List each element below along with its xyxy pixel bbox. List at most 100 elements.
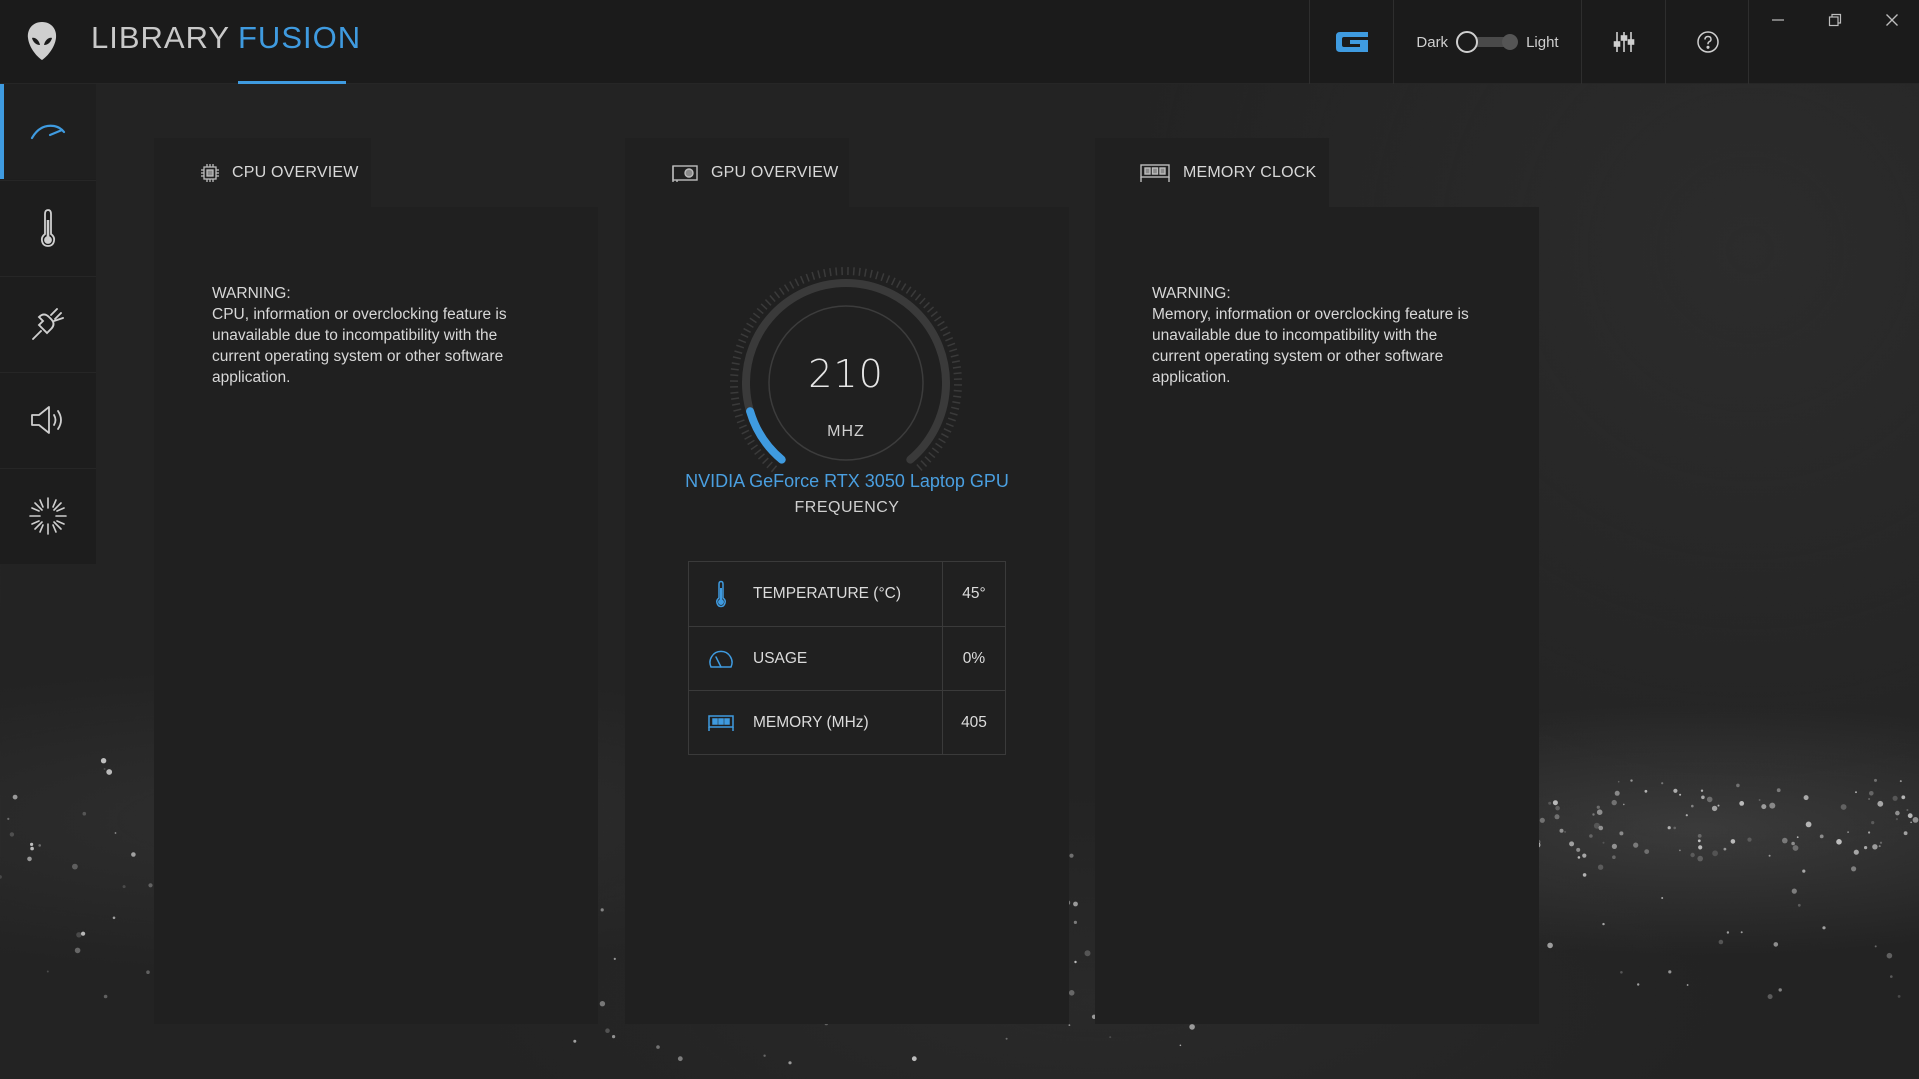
bokeh-particle <box>1879 841 1883 844</box>
gauge-tick <box>736 344 745 349</box>
gpu-frequency-value: 210 <box>808 352 884 396</box>
gauge-tick <box>732 356 741 360</box>
g-hub-button[interactable] <box>1310 0 1393 84</box>
gauge-tick <box>811 271 816 280</box>
bokeh-particle <box>1068 990 1075 996</box>
sidebar <box>0 84 96 564</box>
close-button[interactable] <box>1863 0 1919 40</box>
nav-tab-fusion[interactable]: FUSION <box>238 20 360 84</box>
bokeh-particle <box>1907 813 1913 819</box>
gpu-card-icon <box>672 165 698 182</box>
bokeh-particle <box>1877 800 1884 807</box>
sidebar-item-thermal[interactable] <box>0 180 96 275</box>
bokeh-particle <box>131 852 136 857</box>
gauge-tick <box>945 336 954 342</box>
help-button[interactable] <box>1666 0 1749 84</box>
bokeh-particle <box>605 1028 610 1033</box>
bokeh-particle <box>1802 869 1806 873</box>
gauge-tick <box>740 333 749 339</box>
gauge-tick <box>754 448 762 456</box>
theme-light-label: Light <box>1526 33 1559 51</box>
speedometer-icon <box>30 124 66 139</box>
bokeh-particle <box>1073 920 1077 925</box>
bokeh-particle <box>1690 852 1695 858</box>
bokeh-particle <box>82 811 87 816</box>
bokeh-particle <box>1701 795 1705 800</box>
tab-gpu-overview[interactable]: GPU OVERVIEW <box>625 138 849 208</box>
bokeh-particle <box>600 908 604 912</box>
gauge-tick <box>858 267 861 276</box>
gauge-tick <box>914 293 922 301</box>
sidebar-item-overview[interactable] <box>0 84 96 179</box>
gauge-tick <box>905 286 912 294</box>
bokeh-particle <box>30 842 34 847</box>
minimize-button[interactable] <box>1749 0 1806 40</box>
bokeh-particle <box>1717 804 1720 807</box>
bokeh-particle <box>1886 952 1893 959</box>
gauge-tick <box>949 348 958 353</box>
memory-chip-icon <box>1140 164 1170 182</box>
sidebar-item-audio[interactable] <box>0 372 96 467</box>
bokeh-particle <box>1796 836 1799 839</box>
gauge-tick <box>937 320 945 327</box>
tab-cpu-overview[interactable]: CPU OVERVIEW <box>154 138 371 208</box>
bokeh-particle <box>1805 821 1812 828</box>
restore-icon <box>1828 13 1841 27</box>
gauge-tick <box>823 268 827 278</box>
help-icon <box>1696 31 1719 53</box>
bokeh-particle <box>72 863 78 870</box>
bokeh-particle <box>1761 804 1767 810</box>
gauge-tick <box>951 360 961 364</box>
bokeh-particle <box>122 885 126 889</box>
theme-switcher: Dark Light <box>1394 0 1581 84</box>
bokeh-particle <box>1611 799 1617 806</box>
gauge-tick <box>910 289 917 298</box>
theme-toggle[interactable] <box>1456 31 1519 53</box>
bokeh-particle <box>1668 970 1672 974</box>
gauge-tick <box>750 444 758 451</box>
bokeh-particle <box>1552 800 1558 806</box>
bokeh-particle <box>1706 796 1713 803</box>
memory-warning-message: WARNING: Memory, information or overcloc… <box>1152 283 1482 388</box>
bokeh-particle <box>788 1061 792 1065</box>
top-bar: LIBRARY FUSION Dark Light <box>0 0 1919 84</box>
gauge-tick <box>805 273 810 282</box>
sidebar-item-lighting[interactable] <box>0 468 96 563</box>
bokeh-particle <box>1547 942 1553 949</box>
bokeh-particle <box>1614 790 1620 796</box>
bokeh-particle <box>1596 805 1600 809</box>
bokeh-particle <box>1726 931 1730 934</box>
g-brand-icon <box>1335 32 1368 52</box>
gauge-tick <box>945 422 954 428</box>
gauge-tick <box>773 291 781 299</box>
thermometer-icon <box>716 580 726 608</box>
bokeh-particle <box>1582 853 1587 858</box>
toggle-knob <box>1456 31 1479 53</box>
bokeh-particle <box>1776 788 1781 793</box>
bokeh-particle <box>114 832 117 834</box>
gauge-tick <box>783 284 790 292</box>
sidebar-item-power[interactable] <box>0 276 96 371</box>
gauge-tick <box>852 267 855 276</box>
gauge-tick <box>930 310 938 318</box>
settings-sliders-button[interactable] <box>1582 0 1665 84</box>
bokeh-particle <box>1740 931 1743 934</box>
stat-icon-cell <box>689 627 753 690</box>
bokeh-particle <box>103 768 106 770</box>
bokeh-particle <box>1871 821 1875 825</box>
stat-label: USAGE <box>753 649 808 667</box>
nav-tab-library[interactable]: LIBRARY <box>91 20 229 84</box>
bokeh-particle <box>1903 831 1908 836</box>
gauge-tick <box>931 447 940 454</box>
restore-button[interactable] <box>1806 0 1863 40</box>
bokeh-particle <box>146 970 150 974</box>
bokeh-particle <box>1758 799 1761 801</box>
bokeh-particle <box>1685 814 1688 817</box>
bokeh-particle <box>1602 841 1605 844</box>
gauge-tick <box>730 368 739 371</box>
tab-memory-clock[interactable]: MEMORY CLOCK <box>1095 138 1329 208</box>
bokeh-particle <box>1718 939 1724 945</box>
gauge-tick <box>880 273 885 282</box>
bokeh-particle <box>1661 782 1664 785</box>
bokeh-particle <box>1819 834 1824 839</box>
